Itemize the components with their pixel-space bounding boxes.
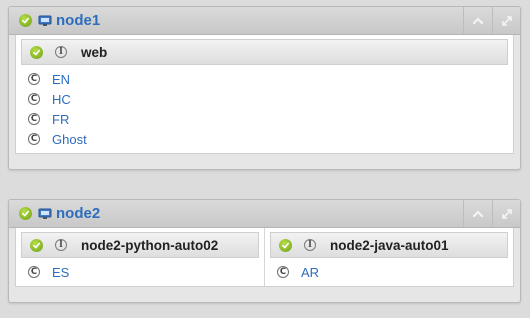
service-c-icon: C <box>28 93 40 105</box>
expand-arrows-icon <box>501 208 512 219</box>
service-list: C AR <box>265 258 513 286</box>
service-link[interactable]: FR <box>52 112 69 127</box>
collapse-button[interactable] <box>463 200 491 227</box>
info-icon[interactable]: I <box>55 239 67 251</box>
expand-button[interactable] <box>492 200 520 227</box>
status-ok-icon <box>30 238 43 252</box>
node-body: I web C EN C HC C FR C Ghost <box>15 35 514 154</box>
chevron-up-icon <box>472 16 483 24</box>
status-ok-icon <box>30 45 43 59</box>
node-header: node1 <box>9 7 520 35</box>
service-link[interactable]: HC <box>52 92 71 107</box>
app-header: I web <box>21 39 508 65</box>
status-ok-icon <box>279 238 292 252</box>
node-title[interactable]: node1 <box>56 12 100 29</box>
node-panel-node1: node1 I web C EN C HC C FR C Ghost <box>8 6 521 170</box>
service-link[interactable]: ES <box>52 265 69 280</box>
service-c-icon: C <box>28 133 40 145</box>
list-item: C AR <box>265 262 513 282</box>
node-footer <box>9 287 520 302</box>
chevron-up-icon <box>472 209 483 217</box>
app-column: I node2-java-auto01 C AR <box>264 228 513 286</box>
list-item: C HC <box>16 89 513 109</box>
service-list: C ES <box>16 258 264 286</box>
list-item: C Ghost <box>16 129 513 149</box>
app-header: I node2-java-auto01 <box>270 232 508 258</box>
app-column: I web C EN C HC C FR C Ghost <box>16 35 513 153</box>
node-body: I node2-python-auto02 C ES I node2-java-… <box>15 228 514 287</box>
status-ok-icon <box>19 207 32 220</box>
status-ok-icon <box>19 14 32 27</box>
service-link[interactable]: AR <box>301 265 319 280</box>
expand-arrows-icon <box>501 15 512 26</box>
collapse-button[interactable] <box>463 7 491 34</box>
list-item: C FR <box>16 109 513 129</box>
node-footer <box>9 154 520 169</box>
info-icon[interactable]: I <box>304 239 316 251</box>
monitor-icon <box>38 208 52 219</box>
service-list: C EN C HC C FR C Ghost <box>16 65 513 153</box>
app-name: node2-java-auto01 <box>330 237 449 253</box>
service-c-icon: C <box>28 73 40 85</box>
app-name: node2-python-auto02 <box>81 237 219 253</box>
app-header: I node2-python-auto02 <box>21 232 259 258</box>
list-item: C EN <box>16 69 513 89</box>
info-icon[interactable]: I <box>55 46 67 58</box>
node-header: node2 <box>9 200 520 228</box>
expand-button[interactable] <box>492 7 520 34</box>
service-link[interactable]: EN <box>52 72 70 87</box>
service-link[interactable]: Ghost <box>52 132 87 147</box>
service-c-icon: C <box>28 113 40 125</box>
app-name: web <box>81 44 108 60</box>
monitor-icon <box>38 15 52 26</box>
app-column: I node2-python-auto02 C ES <box>16 228 264 286</box>
node-title[interactable]: node2 <box>56 205 100 222</box>
service-c-icon: C <box>277 266 289 278</box>
service-c-icon: C <box>28 266 40 278</box>
node-panel-node2: node2 I node2-python-auto02 C ES I node2… <box>8 199 521 303</box>
list-item: C ES <box>16 262 264 282</box>
